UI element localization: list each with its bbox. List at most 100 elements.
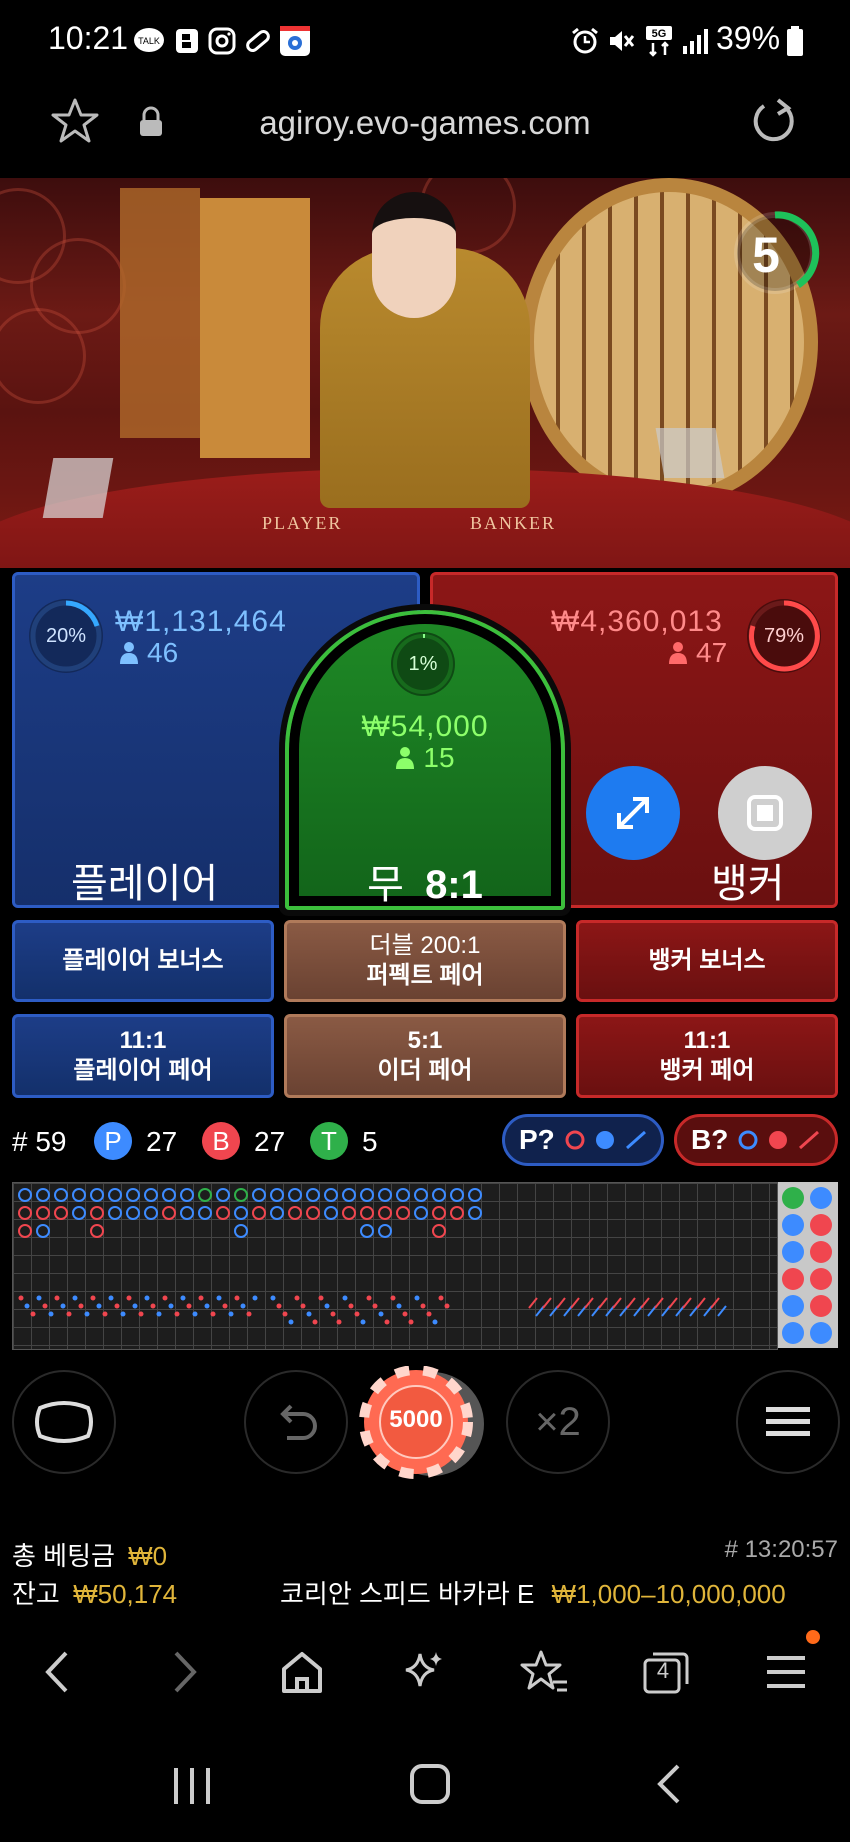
banker-predict-label: B? — [691, 1124, 729, 1155]
card-shoe — [42, 458, 114, 518]
minimize-video-button[interactable] — [718, 766, 812, 860]
road-mark — [342, 1188, 356, 1202]
road-mark — [468, 1206, 482, 1220]
banker-pair-button[interactable]: 11:1 뱅커 페어 — [576, 1014, 838, 1098]
person-icon — [396, 747, 415, 769]
road-mark — [246, 1311, 252, 1317]
browser-menu-button[interactable] — [758, 1630, 820, 1702]
road-mark — [324, 1188, 338, 1202]
road-mark — [682, 1297, 692, 1309]
bookmarks-button[interactable] — [514, 1642, 574, 1702]
road-mark — [84, 1311, 90, 1317]
either-pair-odds: 5:1 — [407, 1027, 443, 1054]
road-mark — [378, 1206, 392, 1220]
bead-plate[interactable] — [778, 1182, 838, 1348]
road-mark — [180, 1188, 194, 1202]
double-bet-button[interactable]: ×2 — [506, 1370, 610, 1474]
road-mark — [120, 1311, 126, 1317]
tabs-button[interactable]: 4 — [636, 1642, 696, 1702]
home-square-icon — [410, 1764, 450, 1804]
table-view-button[interactable] — [12, 1370, 116, 1474]
home-icon — [282, 1652, 322, 1693]
road-mark — [204, 1303, 210, 1309]
road-mark — [252, 1188, 266, 1202]
back-button[interactable] — [28, 1642, 88, 1702]
system-back-button[interactable] — [650, 1762, 690, 1806]
player-pair-odds: 11:1 — [119, 1027, 167, 1054]
bead-mark — [810, 1268, 832, 1290]
tie-bet-area[interactable]: 1% ₩54,000 15 무 8:1 — [285, 610, 565, 910]
talk-icon: TALK — [132, 24, 166, 58]
player-count-value: 46 — [147, 637, 179, 668]
table-banker-text: BANKER — [470, 513, 557, 533]
player-bonus-button[interactable]: 플레이어 보너스 — [12, 920, 274, 1002]
road-mark — [640, 1297, 650, 1309]
table-player-text: PLAYER — [262, 513, 343, 533]
road-mark — [300, 1303, 306, 1309]
bead-mark — [810, 1322, 832, 1344]
road-mark — [18, 1224, 32, 1238]
balance-label: 잔고 — [12, 1579, 60, 1609]
road-mark — [598, 1297, 608, 1309]
road-mark — [432, 1319, 438, 1325]
road-mark — [198, 1295, 204, 1301]
forward-button[interactable] — [154, 1642, 214, 1702]
menu-button[interactable] — [736, 1370, 840, 1474]
tie-odds: 8:1 — [425, 863, 483, 907]
browser-url-bar: agiroy.evo-games.com — [0, 84, 850, 178]
undo-button[interactable] — [244, 1370, 348, 1474]
url-text[interactable]: agiroy.evo-games.com — [0, 104, 850, 142]
road-mark — [468, 1188, 482, 1202]
road-mark — [18, 1295, 24, 1301]
fullscreen-button[interactable] — [586, 766, 680, 860]
status-bar: 10:21 TALK 5G 39% — [0, 0, 850, 84]
road-mark — [42, 1303, 48, 1309]
timer-value: 5 — [752, 227, 780, 283]
recent-apps-button[interactable] — [170, 1766, 214, 1806]
refresh-icon[interactable] — [748, 96, 800, 148]
road-mark — [30, 1311, 36, 1317]
bead-mark — [810, 1214, 832, 1236]
player-predict-button[interactable]: P? — [502, 1114, 664, 1166]
hamburger-icon — [767, 1656, 805, 1688]
table-name: 코리안 스피드 바카라 E — [280, 1579, 535, 1609]
chip-selector[interactable]: 5000 — [358, 1365, 488, 1482]
road-mark — [432, 1206, 446, 1220]
road-mark — [90, 1224, 104, 1238]
table-info: 코리안 스피드 바카라 E ₩1,000–10,000,000 — [280, 1574, 786, 1611]
road-mark — [96, 1303, 102, 1309]
banker-predict-button[interactable]: B? — [674, 1114, 838, 1166]
road-mark — [330, 1311, 336, 1317]
road-mark — [186, 1303, 192, 1309]
tie-percent: 1% — [408, 652, 438, 675]
road-mark — [126, 1206, 140, 1220]
star-list-icon — [520, 1650, 567, 1692]
perfect-pair-button[interactable]: 더블 200:1 퍼펙트 페어 — [284, 920, 566, 1002]
5g-icon: 5G — [642, 24, 676, 58]
road-mark — [626, 1297, 636, 1309]
balance: 잔고 ₩50,174 — [12, 1574, 177, 1611]
notification-dot — [806, 1630, 820, 1644]
system-home-button[interactable] — [408, 1762, 452, 1806]
home-button[interactable] — [272, 1642, 332, 1702]
player-pair-button[interactable]: 11:1 플레이어 페어 — [12, 1014, 274, 1098]
road-mark — [78, 1303, 84, 1309]
road-mark — [372, 1303, 378, 1309]
road-mark — [234, 1188, 248, 1202]
either-pair-button[interactable]: 5:1 이더 페어 — [284, 1014, 566, 1098]
signal-icon — [678, 24, 712, 58]
card-discard — [655, 428, 725, 478]
alarm-icon — [568, 24, 602, 58]
scoreboard-roadmap[interactable] — [12, 1182, 778, 1350]
bead-mark — [810, 1241, 832, 1263]
back-icon — [45, 1651, 68, 1693]
road-marks — [18, 1188, 727, 1325]
app-icon — [278, 24, 312, 58]
road-mark — [234, 1224, 248, 1238]
road-mark — [426, 1311, 432, 1317]
ai-sparkle-button[interactable] — [394, 1642, 454, 1702]
road-mark — [180, 1206, 194, 1220]
road-mark — [654, 1297, 664, 1309]
banker-bonus-button[interactable]: 뱅커 보너스 — [576, 920, 838, 1002]
live-video-feed: PLAYER BANKER 5 — [0, 178, 850, 568]
